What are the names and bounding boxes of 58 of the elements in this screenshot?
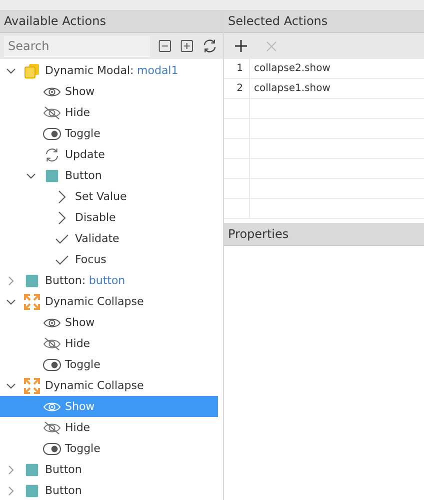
search-field[interactable]: Search [4,36,150,56]
tree-item[interactable]: Button [0,459,218,480]
tree-item[interactable]: Dynamic Collapse [0,291,218,312]
modal-icon [24,62,40,78]
tree-item[interactable]: Set Value [0,186,218,207]
check-icon [55,234,69,244]
chevron-down-icon[interactable] [26,170,36,180]
tree-item[interactable]: Dynamic Collapse [0,375,218,396]
chevron-right-icon[interactable] [6,486,16,496]
eye-off-icon [43,336,61,350]
panel-header: Properties [224,223,424,246]
action-row[interactable]: 2 collapse1.show [224,79,424,99]
tree-item[interactable]: Dynamic Modal: modal1 [0,60,218,81]
refresh-icon[interactable] [202,37,218,55]
square-icon [25,484,39,498]
check-icon [55,254,69,264]
tree-item[interactable]: Hide [0,102,218,123]
chevron-right-icon [57,210,67,224]
tree-item[interactable]: Update [0,144,218,165]
tree-item[interactable]: Button [0,480,218,500]
chevron-down-icon[interactable] [6,380,16,390]
square-icon [25,274,39,288]
chevron-down-icon[interactable] [6,296,16,306]
eye-icon [43,400,61,412]
eye-icon [43,86,61,98]
toggle-icon [43,358,61,370]
eye-off-icon [43,420,61,434]
tree-item[interactable]: Validate [0,228,218,249]
action-row[interactable]: 1 collapse2.show [224,59,424,79]
tree-item[interactable]: Toggle [0,354,218,375]
tree-item[interactable]: Hide [0,333,218,354]
tree-item[interactable]: Show [0,312,218,333]
tree-item[interactable]: Disable [0,207,218,228]
panel-header: Selected Actions [224,10,424,33]
add-icon[interactable] [234,39,248,53]
refresh-icon [44,146,60,162]
chevron-down-icon[interactable] [6,66,16,76]
chevron-right-icon[interactable] [6,276,16,286]
expand-arrows-icon [24,378,40,394]
toggle-icon [43,442,61,454]
tree-item[interactable]: Toggle [0,438,218,459]
square-icon [25,462,39,476]
panel-header: Available Actions [0,10,223,33]
eye-icon [43,316,61,328]
tree-item[interactable]: Button: button [0,270,218,291]
tree-item[interactable]: Hide [0,417,218,438]
chevron-right-icon [57,190,67,204]
expand-arrows-icon [24,294,40,310]
chevron-right-icon[interactable] [6,464,16,474]
expand-all-icon[interactable] [180,38,194,54]
square-icon [45,168,59,182]
toggle-icon [43,128,61,140]
tree-item[interactable]: Button [0,165,218,186]
collapse-all-icon[interactable] [158,38,172,54]
tree-item[interactable]: Focus [0,249,218,270]
tree-item[interactable]: Show [0,81,218,102]
tree-item[interactable]: Toggle [0,123,218,144]
eye-off-icon [43,106,61,120]
